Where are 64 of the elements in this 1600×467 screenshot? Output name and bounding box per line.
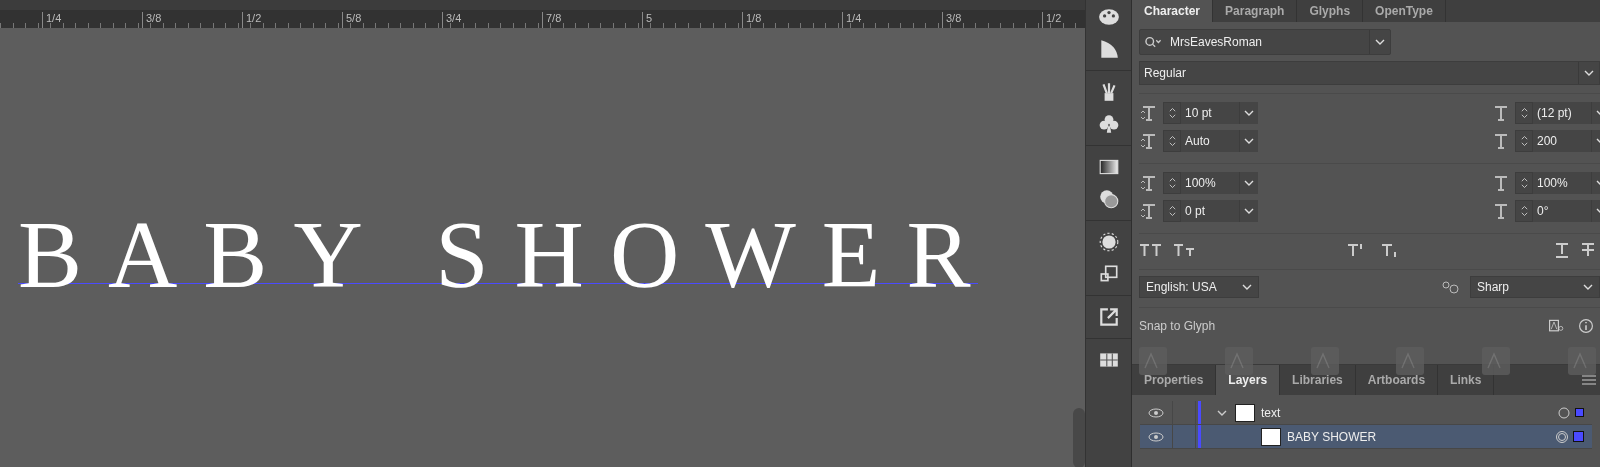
layer-thumbnail xyxy=(1235,403,1255,422)
selection-square[interactable] xyxy=(1575,408,1584,417)
up-down-arrows-icon xyxy=(1167,105,1177,121)
palette-icon[interactable] xyxy=(1097,6,1120,28)
underline-icon[interactable] xyxy=(1554,242,1570,258)
value-field[interactable]: Auto xyxy=(1181,130,1239,152)
value-field[interactable]: 10 pt xyxy=(1181,102,1239,124)
all-caps-icon[interactable] xyxy=(1139,242,1163,258)
font-family-field[interactable]: MrsEavesRoman xyxy=(1139,29,1391,55)
value-field[interactable]: (12 pt) xyxy=(1533,102,1591,124)
caret-icon xyxy=(1244,180,1254,186)
strikethrough-icon[interactable] xyxy=(1580,242,1596,258)
caret-icon xyxy=(1583,284,1593,290)
up-down-arrows-icon xyxy=(1519,133,1529,149)
appearance-icon[interactable] xyxy=(1097,231,1120,253)
small-caps-icon[interactable] xyxy=(1173,242,1197,258)
glyph-icon[interactable] xyxy=(1548,318,1564,334)
caret-icon xyxy=(1584,70,1594,76)
value-field[interactable]: 200 xyxy=(1533,130,1591,152)
canvas-text[interactable]: BABY SHOWER xyxy=(18,200,997,310)
layer-name: BABY SHOWER xyxy=(1287,429,1378,444)
value-field[interactable]: 100% xyxy=(1533,172,1591,194)
up-down-arrows-icon xyxy=(1519,175,1529,191)
search-icon xyxy=(1144,35,1162,49)
transparency-icon[interactable] xyxy=(1097,188,1120,210)
caret-icon xyxy=(1375,39,1385,45)
stepper[interactable] xyxy=(1163,130,1181,152)
info-icon[interactable] xyxy=(1578,318,1594,334)
caret-icon xyxy=(1244,110,1254,116)
stepper[interactable] xyxy=(1163,200,1181,222)
layer-thumbnail xyxy=(1261,427,1281,446)
language-dropdown[interactable]: English: USA xyxy=(1139,276,1259,298)
panel-tab[interactable]: Character xyxy=(1132,0,1214,22)
caret-icon xyxy=(1244,138,1254,144)
caret-icon xyxy=(1244,208,1254,214)
layer-name: text xyxy=(1261,405,1282,420)
target-icon[interactable] xyxy=(1555,429,1569,444)
up-down-arrows-icon xyxy=(1519,105,1529,121)
stepper[interactable] xyxy=(1163,102,1181,124)
up-down-arrows-icon xyxy=(1519,203,1529,219)
target-icon[interactable] xyxy=(1557,405,1571,420)
caret-icon xyxy=(1242,284,1252,290)
stepper[interactable] xyxy=(1515,200,1533,222)
value-field[interactable]: 0° xyxy=(1533,200,1591,222)
anti-aliasing-dropdown[interactable]: Sharp xyxy=(1470,276,1600,298)
value-field[interactable]: 100% xyxy=(1181,172,1239,194)
panel-tab[interactable]: Layers xyxy=(1216,365,1281,395)
club-icon[interactable] xyxy=(1097,113,1120,135)
value-field[interactable]: 0 pt xyxy=(1181,200,1239,222)
snap-label: Snap to Glyph xyxy=(1139,319,1216,333)
stepper[interactable] xyxy=(1515,102,1533,124)
layer-row[interactable]: text xyxy=(1140,401,1592,425)
scrollbar[interactable] xyxy=(1073,408,1085,467)
export-icon[interactable] xyxy=(1097,306,1120,328)
menu-icon[interactable] xyxy=(1582,375,1596,385)
stepper[interactable] xyxy=(1163,172,1181,194)
up-down-arrows-icon xyxy=(1167,133,1177,149)
layer-row[interactable]: BABY SHOWER xyxy=(1140,425,1592,449)
up-down-arrows-icon xyxy=(1167,203,1177,219)
stepper[interactable] xyxy=(1515,172,1533,194)
selection-square[interactable] xyxy=(1573,431,1584,442)
stepper[interactable] xyxy=(1515,130,1533,152)
font-style-field[interactable]: Regular xyxy=(1139,61,1600,85)
up-down-arrows-icon xyxy=(1167,175,1177,191)
